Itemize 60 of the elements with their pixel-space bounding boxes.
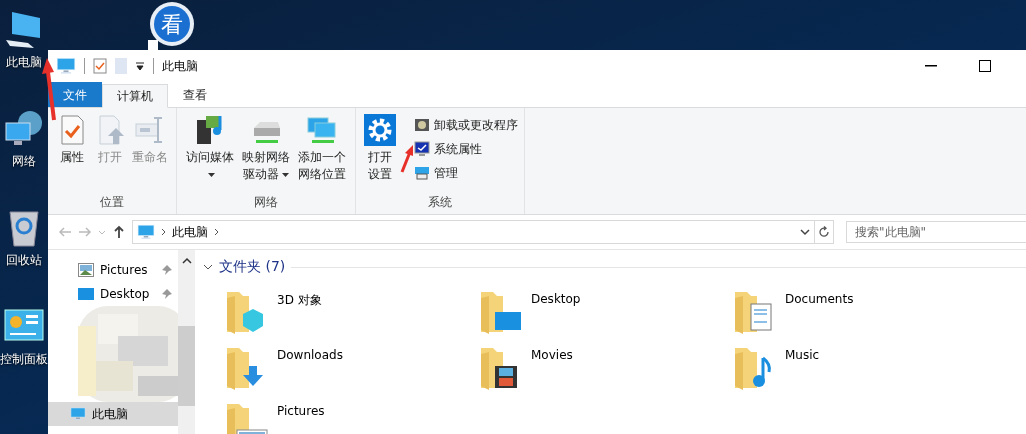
ribbon-tab[interactable]: 查看 [168,83,222,107]
ribbon-small-button[interactable]: 系统属性 [414,138,518,160]
computer-manage-icon [414,165,430,181]
ribbon-tab[interactable]: 计算机 [102,84,168,108]
up-arrow-icon[interactable] [112,225,126,239]
scrollbar-thumb[interactable] [178,326,195,406]
folder-name[interactable]: 3D 对象 [277,288,322,309]
chevron-down-icon[interactable] [800,228,810,236]
group-title: 网络 [253,194,279,211]
breadcrumb-item[interactable]: 此电脑 [172,223,208,241]
folder-name[interactable]: Downloads [277,344,343,362]
chevron-right-icon[interactable] [161,228,166,236]
ribbon-small-button[interactable]: 卸载或更改程序 [414,114,518,136]
folder-name[interactable]: Pictures [277,400,325,418]
refresh-button[interactable] [814,220,834,244]
caret-icon[interactable] [208,172,215,177]
group-title: 位置 [99,194,125,211]
desktop-icon-label[interactable]: 回收站 [6,252,42,269]
refresh-icon[interactable] [818,226,830,238]
computer-icon [137,223,155,241]
ribbon-button[interactable]: 映射网络驱动器 [239,112,293,194]
nav-item[interactable]: Pictures [48,258,178,282]
nav-item[interactable]: Desktop [48,282,178,306]
computer-icon [70,406,86,422]
window-title: 此电脑 [162,57,198,75]
folder-name[interactable]: Music [785,344,820,362]
section-title: 文件夹 (7) [219,258,286,276]
settings-icon [364,114,396,146]
folder-name[interactable]: Desktop [531,288,581,306]
desktop-icon [78,288,94,300]
ribbon-button[interactable]: 访问媒体 [183,112,237,194]
scroll-up-icon[interactable] [181,256,192,266]
computer-icon [56,56,76,76]
search-field[interactable]: 搜索"此电脑" [846,221,1026,243]
disc-box-icon [414,117,430,133]
chevron-down-icon[interactable] [203,262,213,272]
maximize-icon[interactable] [979,60,991,72]
ribbon-small-button[interactable]: 管理 [414,162,518,184]
monitor-check-icon [414,141,430,157]
network-computers-icon [306,114,338,146]
chevron-right-icon[interactable] [214,228,219,236]
dropdown-icon[interactable] [135,61,145,71]
ribbon-button[interactable]: 属性 [54,112,90,194]
ribbon-button[interactable]: 打开设置 [362,112,398,194]
address-bar[interactable]: 此电脑 [132,220,815,244]
pictures-icon [78,263,94,277]
ribbon-tab[interactable]: 文件 [48,82,102,107]
ribbon-button[interactable]: 添加一个网络位置 [295,112,349,194]
arrow-drawing [42,58,58,122]
desktop-icon-label[interactable]: 控制面板 [0,351,48,368]
caret-icon[interactable] [282,172,289,177]
desktop-icon-label[interactable]: 网络 [12,153,36,170]
folder-name[interactable]: Movies [531,344,573,362]
arrow-drawing [400,144,414,174]
checklist-icon[interactable] [93,58,107,74]
nav-item[interactable]: 此电脑 [48,402,178,426]
desktop-icon-label[interactable]: 此电脑 [6,54,42,71]
minimize-icon[interactable] [925,65,937,67]
group-title: 系统 [427,194,453,211]
folder-name[interactable]: Documents [785,288,854,306]
